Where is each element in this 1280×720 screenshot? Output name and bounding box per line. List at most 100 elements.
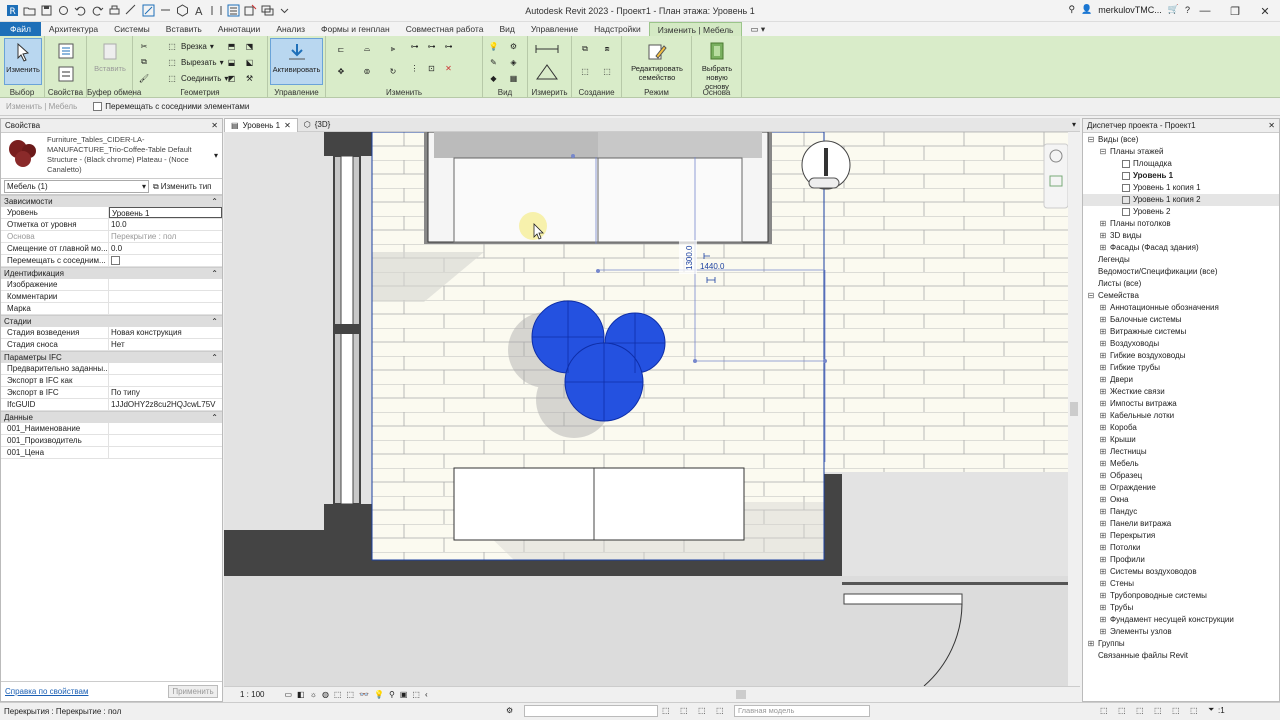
dimension-grip[interactable]: [823, 359, 827, 363]
prop-row[interactable]: Предварительно заданны...: [1, 363, 222, 375]
section-phasing[interactable]: Стадии: [1, 315, 222, 328]
browser-item[interactable]: Легенды: [1083, 254, 1279, 266]
browser-item[interactable]: ⊞ Трубопроводные системы: [1083, 590, 1279, 602]
expand-icon[interactable]: ⊞: [1099, 530, 1107, 542]
expand-icon[interactable]: ⊞: [1099, 434, 1107, 446]
hide-icon[interactable]: 💡: [487, 40, 500, 53]
expand-icon[interactable]: ⊞: [1099, 494, 1107, 506]
browser-item[interactable]: ⊞ Крыши: [1083, 434, 1279, 446]
browser-item[interactable]: ⊞ Аннотационные обозначения: [1083, 302, 1279, 314]
background-process-icon[interactable]: ⬚: [1190, 706, 1198, 715]
text-icon[interactable]: A: [193, 4, 206, 17]
type-properties-button[interactable]: [51, 38, 81, 64]
filter-view-icon[interactable]: ⚙: [507, 40, 520, 53]
show-crop-icon[interactable]: ⬚: [346, 690, 354, 699]
select-links-icon[interactable]: ⬚: [1100, 706, 1108, 715]
browser-item[interactable]: ⊞ 3D виды: [1083, 230, 1279, 242]
browser-item[interactable]: ⊞ Короба: [1083, 422, 1279, 434]
expand-icon[interactable]: ⊞: [1099, 350, 1107, 362]
copy-move-icon[interactable]: ⊚: [356, 62, 378, 80]
prop-row[interactable]: Марка: [1, 303, 222, 315]
crop-view-icon[interactable]: ⬚: [334, 690, 342, 699]
array-icon[interactable]: ⋮: [408, 62, 421, 75]
browser-item[interactable]: Ведомости/Спецификации (все): [1083, 266, 1279, 278]
pin-small-icon[interactable]: ⊶: [442, 40, 455, 53]
print-icon[interactable]: [108, 4, 121, 17]
design-options-icon[interactable]: ⬚: [680, 706, 688, 715]
tab-annotate[interactable]: Аннотации: [210, 22, 269, 36]
browser-item[interactable]: Площадка: [1083, 158, 1279, 170]
wall-join-icon[interactable]: ⬒: [225, 40, 238, 53]
tab-3d[interactable]: ⬡ {3D}: [298, 118, 337, 132]
section-identity[interactable]: Идентификация: [1, 267, 222, 280]
prop-row[interactable]: Стадия сноса Нет: [1, 339, 222, 351]
expand-icon[interactable]: ⊞: [1099, 218, 1107, 230]
tab-insert[interactable]: Вставить: [158, 22, 210, 36]
browser-item[interactable]: ⊞ Окна: [1083, 494, 1279, 506]
offset-icon[interactable]: ⌓: [356, 40, 378, 58]
remove-paint-icon[interactable]: ⬕: [243, 56, 256, 69]
override-icon[interactable]: ✎: [487, 56, 500, 69]
expand-icon[interactable]: ⊞: [1099, 506, 1107, 518]
expand-icon[interactable]: ⊞: [1099, 458, 1107, 470]
filter-icon[interactable]: ⏷: [1208, 705, 1214, 715]
tab-view[interactable]: Вид: [491, 22, 522, 36]
move-icon[interactable]: ✥: [330, 62, 352, 80]
expand-icon[interactable]: ⊞: [1099, 422, 1107, 434]
expand-icon[interactable]: ⊞: [1099, 242, 1107, 254]
prop-row[interactable]: Экспорт в IFC По типу: [1, 387, 222, 399]
reveal-hidden-icon[interactable]: 💡: [374, 690, 384, 699]
prop-row[interactable]: 001_Цена: [1, 447, 222, 459]
cope-button[interactable]: ✂ ⬚ Врезка ▾: [138, 40, 214, 52]
drag-elements-icon[interactable]: ⬚: [1172, 706, 1180, 715]
prop-row[interactable]: 001_Наименование: [1, 423, 222, 435]
align-icon[interactable]: ⊏: [330, 40, 352, 58]
ribbon-toggle-icon[interactable]: ▭ ▾: [742, 22, 773, 36]
graphics-icon[interactable]: ▦: [507, 72, 520, 85]
hammer-icon[interactable]: ⚒: [243, 72, 256, 85]
browser-item[interactable]: ⊞ Ограждение: [1083, 482, 1279, 494]
expand-icon[interactable]: ⊞: [1099, 446, 1107, 458]
expand-icon[interactable]: ⊞: [1087, 638, 1095, 650]
tag-icon[interactable]: [159, 4, 172, 17]
paint-icon[interactable]: ◩: [225, 72, 238, 85]
prop-row[interactable]: Экспорт в IFC как: [1, 375, 222, 387]
collapse-icon[interactable]: ⊟: [1087, 134, 1095, 146]
floor-plan-drawing[interactable]: 1300.0 1440.0: [224, 132, 1080, 686]
browser-item[interactable]: ⊞ Стены: [1083, 578, 1279, 590]
cart-icon[interactable]: 🛒: [1168, 4, 1179, 15]
select-dropdown[interactable]: Выбор: [0, 88, 44, 97]
save-icon[interactable]: [40, 4, 53, 17]
linework-icon[interactable]: ◆: [487, 72, 500, 85]
shadows-icon[interactable]: ◍: [322, 690, 329, 699]
close-icon[interactable]: ✕: [284, 121, 291, 130]
measure-icon[interactable]: [125, 4, 138, 17]
modify-button[interactable]: Изменить: [4, 38, 42, 85]
pick-new-host-button[interactable]: Выбрать новую основу: [694, 38, 740, 91]
browser-item[interactable]: ⊞ Мебель: [1083, 458, 1279, 470]
detail-level-icon[interactable]: ▭: [284, 690, 292, 699]
analytical-model-icon[interactable]: ▣: [400, 690, 408, 699]
browser-item[interactable]: ⊞ Элементы узлов: [1083, 626, 1279, 638]
expand-icon[interactable]: ⊞: [1099, 482, 1107, 494]
properties-help-link[interactable]: Справка по свойствам: [5, 687, 88, 696]
delete-icon[interactable]: ✕: [442, 62, 455, 75]
temporary-hide-icon[interactable]: 👓: [359, 690, 369, 699]
edit-family-button[interactable]: Редактировать семейство: [626, 38, 688, 82]
expand-icon[interactable]: ⊞: [1099, 398, 1107, 410]
collapse-icon[interactable]: ⊟: [1087, 290, 1095, 302]
expand-icon[interactable]: ⊞: [1099, 626, 1107, 638]
measure-angle-icon[interactable]: [534, 62, 560, 82]
qat-menu-icon[interactable]: [278, 4, 291, 17]
dimension-grip[interactable]: [596, 269, 600, 273]
expand-icon[interactable]: ⊞: [1099, 470, 1107, 482]
close-hidden-icon[interactable]: [244, 4, 257, 17]
tab-modify-furniture[interactable]: Изменить | Мебель: [648, 22, 743, 36]
expand-icon[interactable]: ⊞: [1099, 614, 1107, 626]
view-tabs-menu-icon[interactable]: ▾: [1072, 120, 1080, 129]
dimension-horizontal[interactable]: 1440.0: [700, 262, 725, 271]
browser-item[interactable]: ⊞ Пандус: [1083, 506, 1279, 518]
dimension-grip[interactable]: [571, 154, 575, 158]
horizontal-scroll-thumb[interactable]: [736, 690, 746, 699]
create-similar-icon[interactable]: ⬚: [598, 62, 616, 80]
